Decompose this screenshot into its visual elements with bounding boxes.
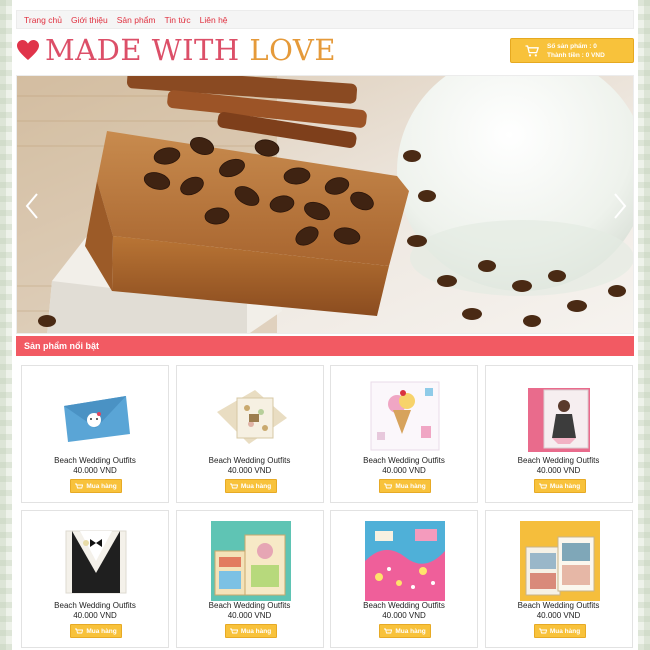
buy-button[interactable]: Mua hàng [224, 479, 277, 493]
banner-prev-arrow-icon[interactable] [25, 192, 39, 220]
cart-summary[interactable]: Số sản phẩm : 0 Thành tiền : 0 VND [510, 38, 634, 63]
logo-text-love: LOVE [249, 32, 337, 67]
buy-button-label: Mua hàng [240, 627, 272, 635]
nav-item-about[interactable]: Giới thiệu [71, 15, 108, 25]
buy-button[interactable]: Mua hàng [533, 479, 586, 493]
product-name[interactable]: Beach Wedding Outfits [22, 456, 168, 465]
shopping-cart-icon [229, 628, 238, 633]
nav-item-contact[interactable]: Liên hệ [200, 15, 228, 25]
product-price: 40.000 VND [227, 466, 272, 475]
shopping-cart-icon [229, 483, 238, 488]
buy-button-label: Mua hàng [549, 482, 581, 490]
product-image-yellow-photo-cards[interactable] [519, 521, 600, 601]
product-image-ice-cream-card[interactable] [365, 376, 445, 456]
product-name[interactable]: Beach Wedding Outfits [22, 601, 168, 610]
product-price: 40.000 VND [382, 611, 426, 620]
logo-text: MADE WITH LOVE [45, 32, 337, 67]
buy-button-label: Mua hàng [240, 482, 272, 490]
buy-button-label: Mua hàng [86, 627, 117, 635]
product-card[interactable]: Beach Wedding Outfits 40.000 VND Mua hàn… [175, 510, 324, 648]
heart-icon [17, 40, 39, 60]
shopping-cart-icon [538, 628, 547, 633]
product-card[interactable]: Beach Wedding Outfits 40.000 VND Mua hàn… [484, 510, 633, 648]
shopping-cart-icon [75, 628, 84, 633]
buy-button-label: Mua hàng [549, 627, 581, 635]
buy-button[interactable]: Mua hàng [379, 479, 431, 493]
product-card[interactable]: Beach Wedding Outfits 40.000 VND Mua hàn… [330, 510, 478, 648]
shopping-cart-icon [75, 483, 84, 488]
product-name[interactable]: Beach Wedding Outfits [331, 601, 477, 610]
product-name[interactable]: Beach Wedding Outfits [486, 456, 632, 465]
product-name[interactable]: Beach Wedding Outfits [331, 456, 477, 465]
product-grid: Beach Wedding Outfits 40.000 VND Mua hàn… [21, 365, 633, 648]
buy-button[interactable]: Mua hàng [70, 624, 122, 638]
product-price: 40.000 VND [227, 611, 272, 620]
buy-button-label: Mua hàng [395, 482, 426, 490]
product-price: 40.000 VND [536, 466, 581, 475]
shopping-cart-icon [384, 483, 393, 488]
shopping-cart-icon [384, 628, 393, 633]
buy-button[interactable]: Mua hàng [224, 624, 277, 638]
product-card[interactable]: Beach Wedding Outfits 40.000 VND Mua hàn… [175, 365, 324, 503]
product-image-collage-card[interactable] [365, 521, 445, 601]
product-card[interactable]: Beach Wedding Outfits 40.000 VND Mua hàn… [484, 365, 633, 503]
product-price: 40.000 VND [536, 611, 581, 620]
product-price: 40.000 VND [382, 466, 426, 475]
buy-button[interactable]: Mua hàng [379, 624, 431, 638]
product-image-scrapbook-cards[interactable] [210, 521, 291, 601]
product-name[interactable]: Beach Wedding Outfits [177, 456, 323, 465]
buy-button[interactable]: Mua hàng [70, 479, 122, 493]
shopping-cart-icon [538, 483, 547, 488]
soap-coffee-banner-image [17, 76, 633, 333]
product-card[interactable]: Beach Wedding Outfits 40.000 VND Mua hàn… [21, 510, 169, 648]
cart-count: Số sản phẩm : 0 [547, 42, 597, 50]
product-card[interactable]: Beach Wedding Outfits 40.000 VND Mua hàn… [330, 365, 478, 503]
product-image-floral-card[interactable] [210, 376, 291, 456]
shopping-cart-icon [525, 44, 539, 56]
section-title: Sản phẩm nổi bật [24, 341, 100, 351]
banner-next-arrow-icon[interactable] [613, 192, 627, 220]
cart-total: Thành tiền : 0 VND [547, 51, 605, 59]
hero-banner [16, 75, 634, 334]
product-name[interactable]: Beach Wedding Outfits [486, 601, 632, 610]
product-image-tuxedo-card[interactable] [56, 521, 136, 601]
nav-item-news[interactable]: Tin tức [164, 15, 190, 25]
product-price: 40.000 VND [73, 611, 117, 620]
product-card[interactable]: Beach Wedding Outfits 40.000 VND Mua hàn… [21, 365, 169, 503]
buy-button-label: Mua hàng [86, 482, 117, 490]
product-image-pink-girl-card[interactable] [519, 376, 600, 456]
page: Trang chủ Giới thiệu Sản phẩm Tin tức Li… [12, 0, 638, 650]
top-navigation: Trang chủ Giới thiệu Sản phẩm Tin tức Li… [16, 10, 634, 29]
product-price: 40.000 VND [73, 466, 117, 475]
featured-products-header: Sản phẩm nổi bật [16, 336, 634, 356]
nav-item-home[interactable]: Trang chủ [24, 15, 62, 25]
nav-item-products[interactable]: Sản phẩm [117, 15, 156, 25]
logo-text-made-with: MADE WITH [45, 32, 250, 67]
buy-button[interactable]: Mua hàng [533, 624, 586, 638]
product-image-hello-kitty-card[interactable] [56, 376, 136, 456]
product-name[interactable]: Beach Wedding Outfits [177, 601, 323, 610]
buy-button-label: Mua hàng [395, 627, 426, 635]
site-logo[interactable]: MADE WITH LOVE [16, 32, 336, 68]
